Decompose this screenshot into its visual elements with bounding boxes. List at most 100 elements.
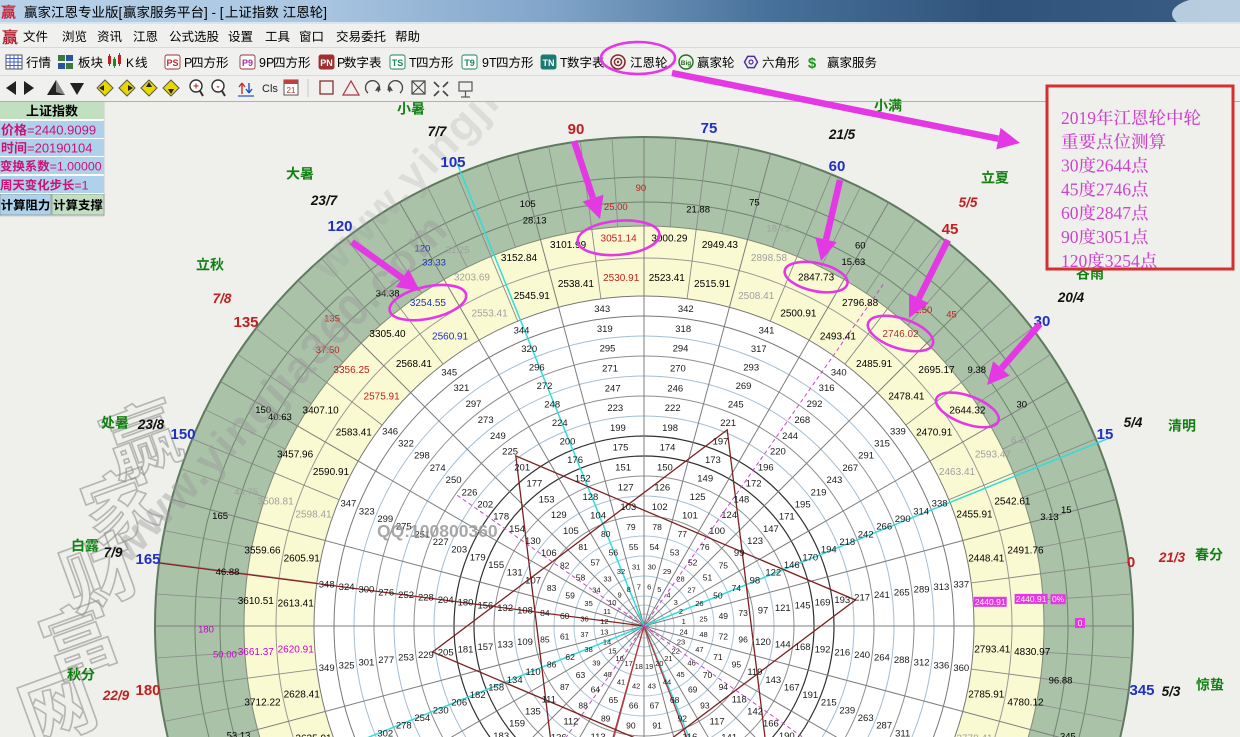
svg-text:T9: T9 (464, 58, 475, 68)
svg-text:273: 273 (478, 415, 494, 426)
svg-text:148: 148 (733, 494, 749, 505)
svg-text:50.00: 50.00 (213, 649, 237, 660)
svg-text:7/7: 7/7 (428, 124, 448, 139)
svg-text:62: 62 (565, 652, 575, 662)
svg-text:106: 106 (541, 548, 557, 559)
svg-text:50: 50 (713, 591, 723, 601)
svg-text:321: 321 (453, 383, 469, 394)
svg-text:109: 109 (517, 637, 533, 648)
svg-text:55: 55 (629, 542, 639, 552)
svg-text:P9: P9 (242, 58, 253, 68)
svg-text:3508.81: 3508.81 (258, 497, 295, 508)
svg-text:302: 302 (377, 728, 393, 737)
svg-text:151: 151 (615, 463, 631, 474)
svg-text:8: 8 (627, 585, 631, 594)
svg-text:183: 183 (493, 731, 509, 737)
svg-text:2493.41: 2493.41 (820, 331, 857, 342)
svg-text:344: 344 (514, 326, 530, 337)
svg-text:78: 78 (652, 522, 662, 532)
svg-text:15.63: 15.63 (842, 257, 866, 268)
svg-text:149: 149 (697, 473, 713, 484)
svg-text:3610.51: 3610.51 (238, 596, 275, 607)
svg-text:2542.61: 2542.61 (994, 497, 1031, 508)
svg-text:3051: 3051 (1096, 227, 1131, 247)
svg-text:64: 64 (591, 685, 601, 695)
svg-text:$: $ (808, 55, 817, 72)
svg-text:76: 76 (700, 542, 710, 552)
svg-text:342: 342 (678, 304, 694, 315)
svg-text:P: P (184, 56, 192, 70)
svg-text:2620.91: 2620.91 (278, 644, 315, 655)
svg-text:7/9: 7/9 (104, 545, 123, 560)
svg-text:72: 72 (719, 632, 729, 642)
svg-text:9T: 9T (482, 56, 497, 70)
svg-text:2019: 2019 (1061, 108, 1096, 128)
svg-text:179: 179 (470, 552, 486, 563)
svg-text:25: 25 (699, 614, 707, 623)
svg-text:322: 322 (398, 439, 414, 450)
svg-text:131: 131 (507, 568, 523, 579)
svg-text:313: 313 (933, 582, 949, 593)
svg-text:297: 297 (466, 399, 482, 410)
svg-text:75: 75 (749, 197, 760, 208)
svg-text:271: 271 (602, 363, 618, 374)
svg-text:270: 270 (670, 363, 686, 374)
svg-text:100: 100 (709, 526, 725, 537)
svg-text:11: 11 (603, 607, 611, 616)
svg-text:180: 180 (135, 682, 160, 699)
svg-text:194: 194 (821, 545, 837, 556)
svg-text:2508.41: 2508.41 (738, 291, 775, 302)
svg-text:135: 135 (525, 706, 541, 717)
svg-text:316: 316 (819, 383, 835, 394)
svg-text:40: 40 (603, 670, 611, 679)
svg-text:180: 180 (458, 598, 474, 609)
svg-text:298: 298 (414, 451, 430, 462)
svg-text:173: 173 (705, 455, 721, 466)
svg-text:347: 347 (340, 499, 356, 510)
svg-text:2785.91: 2785.91 (968, 690, 1005, 701)
svg-text:75: 75 (719, 560, 729, 570)
svg-text:230: 230 (433, 705, 449, 716)
svg-text:242: 242 (858, 529, 874, 540)
svg-text:61: 61 (560, 632, 570, 642)
svg-text:197: 197 (713, 436, 729, 447)
svg-text:43.75: 43.75 (234, 487, 258, 498)
svg-text:89: 89 (601, 714, 611, 724)
svg-text:190: 190 (779, 731, 795, 737)
svg-text:345: 345 (1060, 732, 1076, 737)
svg-text:345: 345 (441, 367, 457, 378)
svg-text:3457.96: 3457.96 (277, 449, 314, 460)
svg-text:204: 204 (438, 595, 454, 606)
svg-text:222: 222 (665, 403, 681, 414)
svg-text:21.88: 21.88 (686, 205, 710, 216)
svg-text:21/3: 21/3 (1158, 550, 1186, 565)
svg-text:48: 48 (699, 630, 707, 639)
svg-text:9: 9 (618, 591, 622, 600)
svg-text:96: 96 (738, 634, 748, 644)
svg-text:53: 53 (670, 547, 680, 557)
svg-text:2455.91: 2455.91 (956, 509, 993, 520)
svg-text:157: 157 (477, 642, 493, 653)
svg-text:52: 52 (688, 558, 698, 568)
svg-text:223: 223 (607, 403, 623, 414)
svg-text:118: 118 (732, 694, 747, 705)
svg-text:99: 99 (734, 548, 745, 559)
svg-text:192: 192 (815, 645, 831, 656)
svg-text:71: 71 (713, 652, 723, 662)
svg-text:132: 132 (497, 603, 513, 614)
svg-text:T: T (560, 56, 568, 70)
svg-text:22: 22 (672, 647, 680, 656)
svg-text:90: 90 (568, 121, 585, 138)
svg-text:3254.55: 3254.55 (410, 298, 447, 309)
svg-text:266: 266 (876, 522, 892, 533)
svg-text:34: 34 (592, 586, 600, 595)
svg-text:10: 10 (608, 598, 616, 607)
svg-text:177: 177 (526, 478, 542, 489)
svg-text:46.88: 46.88 (216, 567, 240, 578)
svg-text:51: 51 (703, 573, 713, 583)
svg-text:TN: TN (543, 58, 555, 68)
svg-text:45: 45 (946, 309, 957, 320)
svg-text:2644: 2644 (1096, 156, 1131, 176)
svg-text:152: 152 (575, 473, 591, 484)
svg-text:22/9: 22/9 (102, 688, 130, 703)
